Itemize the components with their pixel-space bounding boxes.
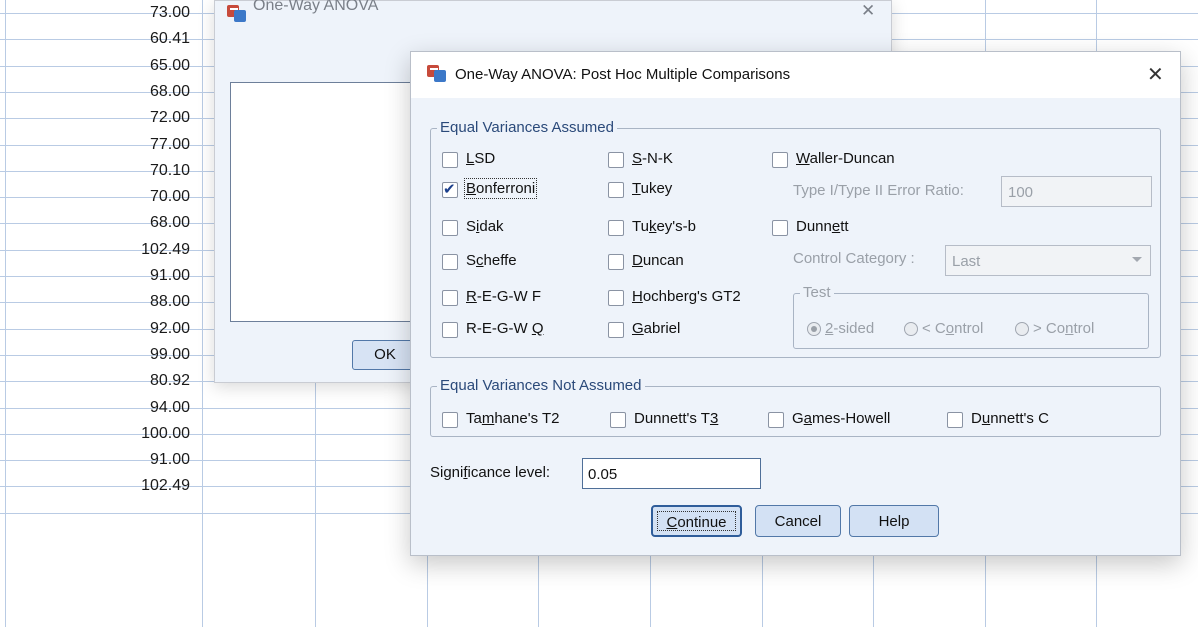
cell-value[interactable]: 68.00	[96, 79, 190, 105]
radio-label: 2-sided	[825, 320, 875, 337]
cell-value[interactable]: 94.00	[96, 395, 190, 421]
control-category-label: Control Category :	[793, 250, 915, 267]
grid-line	[202, 0, 203, 627]
radio-icon	[904, 322, 918, 336]
error-ratio-label: Type I/Type II Error Ratio:	[793, 182, 964, 199]
cell-value[interactable]: 73.00	[96, 0, 190, 26]
checkbox-icon[interactable]	[442, 290, 458, 306]
cell-value[interactable]: 80.92	[96, 368, 190, 394]
cell-value[interactable]: 68.00	[96, 210, 190, 236]
spss-app-icon	[427, 65, 447, 83]
error-ratio-field: 100	[1001, 176, 1152, 207]
checkbox-icon[interactable]	[442, 254, 458, 270]
checkbox-label: Dunnett's T3	[634, 410, 719, 427]
chevron-down-icon	[1132, 257, 1142, 262]
ok-button[interactable]: OK	[352, 340, 418, 370]
checkbox-icon[interactable]	[947, 412, 963, 428]
checkbox-label: Tukey	[632, 180, 673, 197]
control-category-value: Last	[952, 253, 981, 270]
checkbox-icon[interactable]	[772, 152, 788, 168]
close-icon[interactable]: ✕	[861, 1, 875, 21]
checkbox-icon[interactable]	[442, 152, 458, 168]
checkbox-label: Waller-Duncan	[796, 150, 895, 167]
checkbox-icon[interactable]	[772, 220, 788, 236]
variable-list[interactable]	[230, 82, 420, 322]
cell-value[interactable]: 99.00	[96, 342, 190, 368]
checkbox-label: Hochberg's GT2	[632, 288, 741, 305]
background-dialog-title: One-Way ANOVA	[253, 0, 379, 14]
checkbox-icon[interactable]	[610, 412, 626, 428]
checkbox-icon[interactable]	[608, 220, 624, 236]
radio-icon	[1015, 322, 1029, 336]
checkbox-icon[interactable]	[608, 322, 624, 338]
checkbox-icon[interactable]	[608, 182, 624, 198]
checkbox-label: Sidak	[466, 218, 504, 235]
checkbox-icon[interactable]	[768, 412, 784, 428]
cell-value[interactable]: 70.10	[96, 158, 190, 184]
checkbox-checked-icon[interactable]	[442, 180, 458, 198]
cell-value[interactable]: 60.41	[96, 26, 190, 52]
checkbox-label: Duncan	[632, 252, 684, 269]
checkbox-icon[interactable]	[608, 254, 624, 270]
checkbox-label: Gabriel	[632, 320, 681, 337]
continue-button[interactable]: Continue	[651, 505, 742, 537]
checkbox-label: Scheffe	[466, 252, 517, 269]
checkbox-label: R-E-G-W F	[466, 288, 541, 305]
cell-value[interactable]: 88.00	[96, 289, 190, 315]
close-icon[interactable]: ✕	[1147, 62, 1164, 87]
cell-value[interactable]: 100.00	[96, 421, 190, 447]
checkbox-label: LSD	[466, 150, 496, 167]
cell-value[interactable]: 70.00	[96, 184, 190, 210]
dialog-title: One-Way ANOVA: Post Hoc Multiple Compari…	[455, 66, 791, 83]
grid-line	[5, 0, 6, 627]
cell-value[interactable]: 77.00	[96, 132, 190, 158]
post-hoc-dialog: One-Way ANOVA: Post Hoc Multiple Compari…	[410, 51, 1181, 556]
cell-value[interactable]: 102.49	[96, 237, 190, 263]
group-legend: Equal Variances Not Assumed	[437, 377, 645, 394]
group-legend: Equal Variances Assumed	[437, 119, 617, 136]
control-category-dropdown: Last	[945, 245, 1151, 276]
radio-label: < Control	[922, 320, 984, 337]
cell-value[interactable]: 72.00	[96, 105, 190, 131]
radio-icon	[807, 322, 821, 336]
cell-value[interactable]: 91.00	[96, 263, 190, 289]
cell-value[interactable]: 102.49	[96, 473, 190, 499]
title-bar: One-Way ANOVA: Post Hoc Multiple Compari…	[411, 52, 1180, 98]
checkbox-label: Dunnett's C	[971, 410, 1049, 427]
checkbox-label: Dunnett	[796, 218, 849, 235]
spss-app-icon	[227, 5, 247, 23]
checkbox-label: S-N-K	[632, 150, 673, 167]
checkbox-label: R-E-G-W Q	[466, 320, 544, 337]
cell-value[interactable]: 91.00	[96, 447, 190, 473]
cell-value[interactable]: 92.00	[96, 316, 190, 342]
error-ratio-value: 100	[1008, 184, 1034, 201]
help-button[interactable]: Help	[849, 505, 939, 537]
checkbox-icon[interactable]	[442, 220, 458, 236]
group-legend: Test	[800, 284, 834, 301]
radio-label: > Control	[1033, 320, 1095, 337]
checkbox-label: Tamhane's T2	[466, 410, 560, 427]
checkbox-label: Games-Howell	[792, 410, 891, 427]
checkbox-label: Bonferroni	[463, 178, 538, 199]
significance-level-input[interactable]: 0.05	[582, 458, 761, 489]
significance-level-label: Significance level:	[430, 464, 551, 481]
checkbox-icon[interactable]	[442, 322, 458, 338]
cancel-button[interactable]: Cancel	[755, 505, 841, 537]
cell-value[interactable]: 65.00	[96, 53, 190, 79]
checkbox-icon[interactable]	[442, 412, 458, 428]
checkbox-icon[interactable]	[608, 152, 624, 168]
checkbox-icon[interactable]	[608, 290, 624, 306]
checkbox-label: Tukey's-b	[632, 218, 696, 235]
